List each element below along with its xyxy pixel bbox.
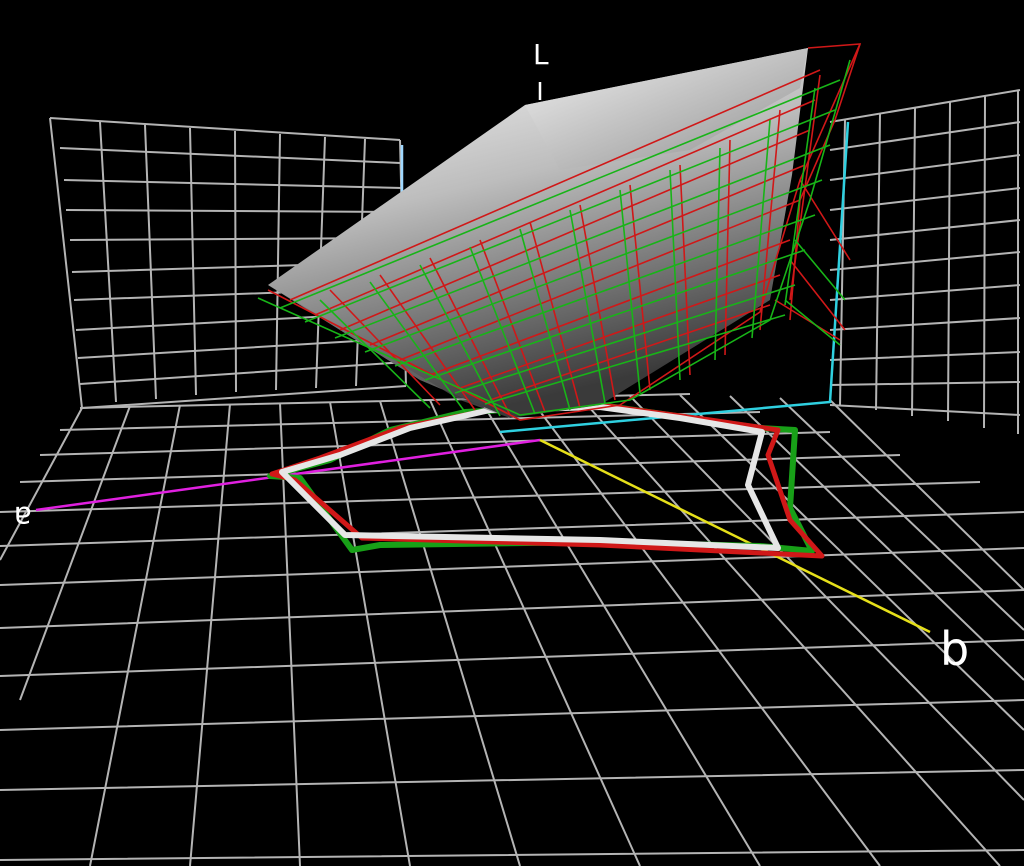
back-wall-right-grid <box>829 89 1021 434</box>
axis-label-b: b <box>940 622 969 676</box>
gamut-viewer-canvas[interactable]: L a b <box>0 0 1024 866</box>
b-axis-line <box>539 438 931 634</box>
gamut-solid <box>268 48 808 418</box>
axis-label-L: L <box>533 38 549 71</box>
floor-grid <box>0 393 1024 866</box>
axis-label-a: a <box>14 499 32 534</box>
